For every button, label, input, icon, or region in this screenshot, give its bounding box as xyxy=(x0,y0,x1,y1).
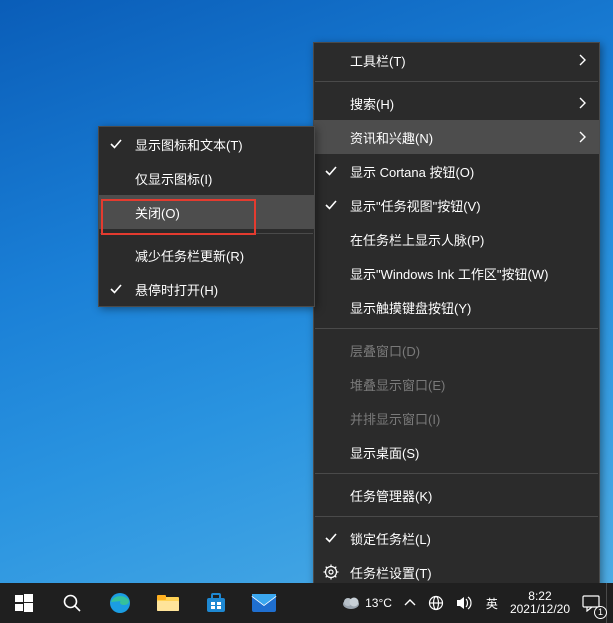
menu-separator xyxy=(315,516,598,517)
submenu-item-open-on-hover[interactable]: 悬停时打开(H) xyxy=(99,272,314,306)
taskbar-app-store[interactable] xyxy=(192,583,240,623)
windows-icon xyxy=(15,594,33,612)
tray-overflow-button[interactable] xyxy=(398,583,422,623)
menu-separator xyxy=(315,328,598,329)
menu-item-label: 显示图标和文本(T) xyxy=(135,135,243,154)
check-icon xyxy=(324,531,338,545)
chevron-right-icon xyxy=(579,131,587,143)
tray-ime-button[interactable]: 英 xyxy=(480,583,504,623)
speaker-icon xyxy=(456,595,474,611)
system-tray: 13°C 英 8:22 2021/12/20 1 xyxy=(335,583,613,623)
menu-item-label: 关闭(O) xyxy=(135,203,180,222)
tray-clock[interactable]: 8:22 2021/12/20 xyxy=(504,583,576,623)
weather-icon xyxy=(341,594,361,612)
weather-widget[interactable]: 13°C xyxy=(335,583,398,623)
menu-item-label: 工具栏(T) xyxy=(350,51,406,70)
tray-volume-button[interactable] xyxy=(450,583,480,623)
menu-item-task-manager[interactable]: 任务管理器(K) xyxy=(314,478,599,512)
menu-item-touch-keyboard[interactable]: 显示触摸键盘按钮(Y) xyxy=(314,290,599,324)
check-icon xyxy=(324,198,338,212)
taskbar-context-menu: 工具栏(T) 搜索(H) 资讯和兴趣(N) 显示 Cortana 按钮(O) 显… xyxy=(313,42,600,590)
show-desktop-sliver[interactable] xyxy=(606,583,613,623)
chevron-up-icon xyxy=(404,598,416,608)
menu-item-taskview[interactable]: 显示"任务视图"按钮(V) xyxy=(314,188,599,222)
taskbar-app-explorer[interactable] xyxy=(144,583,192,623)
menu-item-label: 锁定任务栏(L) xyxy=(350,529,431,548)
news-interests-submenu: 显示图标和文本(T) 仅显示图标(I) 关闭(O) 减少任务栏更新(R) 悬停时… xyxy=(98,126,315,307)
check-icon xyxy=(324,164,338,178)
menu-item-label: 任务管理器(K) xyxy=(350,486,432,505)
menu-item-label: 层叠窗口(D) xyxy=(350,341,420,360)
notification-badge: 1 xyxy=(594,606,607,619)
clock-date: 2021/12/20 xyxy=(510,603,570,616)
globe-icon xyxy=(428,595,444,611)
menu-item-label: 仅显示图标(I) xyxy=(135,169,212,188)
chevron-right-icon xyxy=(579,97,587,109)
taskbar: 13°C 英 8:22 2021/12/20 1 xyxy=(0,583,613,623)
menu-item-people[interactable]: 在任务栏上显示人脉(P) xyxy=(314,222,599,256)
mail-icon xyxy=(251,593,277,613)
ime-label: 英 xyxy=(486,595,498,612)
desktop[interactable]: 工具栏(T) 搜索(H) 资讯和兴趣(N) 显示 Cortana 按钮(O) 显… xyxy=(0,0,613,623)
menu-item-label: 搜索(H) xyxy=(350,94,394,113)
menu-item-label: 显示桌面(S) xyxy=(350,443,419,462)
menu-item-cascade: 层叠窗口(D) xyxy=(314,333,599,367)
menu-item-toolbars[interactable]: 工具栏(T) xyxy=(314,43,599,77)
check-icon xyxy=(109,137,123,151)
gear-icon xyxy=(323,564,339,580)
menu-item-label: 显示"Windows Ink 工作区"按钮(W) xyxy=(350,264,548,283)
submenu-item-icon-and-text[interactable]: 显示图标和文本(T) xyxy=(99,127,314,161)
submenu-item-reduce-updates[interactable]: 减少任务栏更新(R) xyxy=(99,238,314,272)
menu-item-cortana[interactable]: 显示 Cortana 按钮(O) xyxy=(314,154,599,188)
search-icon xyxy=(62,593,82,613)
menu-item-label: 显示触摸键盘按钮(Y) xyxy=(350,298,471,317)
menu-item-ink[interactable]: 显示"Windows Ink 工作区"按钮(W) xyxy=(314,256,599,290)
tray-notifications-button[interactable]: 1 xyxy=(576,583,606,623)
menu-separator xyxy=(100,233,313,234)
menu-item-show-desktop[interactable]: 显示桌面(S) xyxy=(314,435,599,469)
taskbar-app-mail[interactable] xyxy=(240,583,288,623)
weather-temp: 13°C xyxy=(365,596,392,610)
chevron-right-icon xyxy=(579,54,587,66)
menu-item-stacked: 堆叠显示窗口(E) xyxy=(314,367,599,401)
menu-item-news-interests[interactable]: 资讯和兴趣(N) xyxy=(314,120,599,154)
menu-item-label: 资讯和兴趣(N) xyxy=(350,128,433,147)
menu-item-label: 在任务栏上显示人脉(P) xyxy=(350,230,484,249)
edge-icon xyxy=(108,591,132,615)
menu-separator xyxy=(315,473,598,474)
menu-item-label: 显示 Cortana 按钮(O) xyxy=(350,162,474,181)
menu-item-label: 悬停时打开(H) xyxy=(135,280,218,299)
menu-item-search[interactable]: 搜索(H) xyxy=(314,86,599,120)
submenu-item-close[interactable]: 关闭(O) xyxy=(99,195,314,229)
menu-item-label: 减少任务栏更新(R) xyxy=(135,246,244,265)
submenu-item-icon-only[interactable]: 仅显示图标(I) xyxy=(99,161,314,195)
menu-item-label: 显示"任务视图"按钮(V) xyxy=(350,196,481,215)
menu-item-sidebyside: 并排显示窗口(I) xyxy=(314,401,599,435)
menu-item-label: 任务栏设置(T) xyxy=(350,563,432,582)
taskbar-app-edge[interactable] xyxy=(96,583,144,623)
start-button[interactable] xyxy=(0,583,48,623)
folder-icon xyxy=(156,593,180,613)
search-button[interactable] xyxy=(48,583,96,623)
menu-separator xyxy=(315,81,598,82)
store-icon xyxy=(205,592,227,614)
menu-item-label: 堆叠显示窗口(E) xyxy=(350,375,445,394)
menu-item-lock-taskbar[interactable]: 锁定任务栏(L) xyxy=(314,521,599,555)
menu-item-label: 并排显示窗口(I) xyxy=(350,409,440,428)
check-icon xyxy=(109,282,123,296)
tray-network-button[interactable] xyxy=(422,583,450,623)
